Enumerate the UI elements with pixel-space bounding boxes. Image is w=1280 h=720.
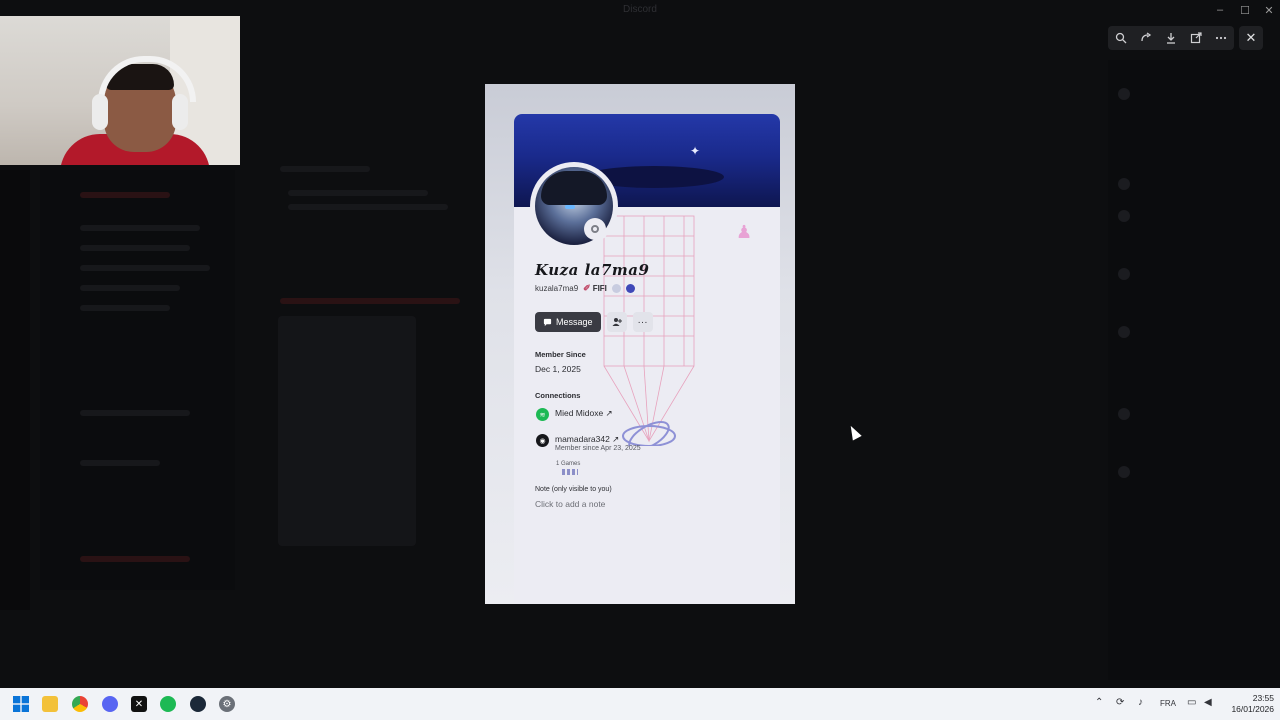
more-icon[interactable] bbox=[1211, 28, 1231, 48]
note-input[interactable]: Click to add a note bbox=[535, 499, 605, 509]
games-bar bbox=[562, 469, 578, 475]
more-icon: ··· bbox=[637, 316, 648, 328]
more-options-button[interactable]: ··· bbox=[632, 312, 653, 332]
tag-icon: ✐ bbox=[583, 283, 591, 293]
server-list bbox=[0, 170, 30, 610]
badge-icon[interactable] bbox=[611, 284, 621, 293]
profile-actions: Message ··· bbox=[535, 312, 653, 332]
maximize-button[interactable]: ☐ bbox=[1233, 4, 1257, 17]
sparkle-icon: ✦ bbox=[690, 144, 701, 158]
add-friend-button[interactable] bbox=[606, 312, 627, 332]
add-friend-icon bbox=[612, 318, 622, 326]
steam-icon[interactable] bbox=[190, 696, 206, 712]
open-external-icon[interactable] bbox=[1186, 28, 1206, 48]
taskbar: ✕ ⚙ ⌃ ⟳ ♪ FRA ▭ ◀ bbox=[0, 688, 1280, 720]
chat-embed bbox=[278, 316, 416, 546]
connection-name: mamadara342 ↗ bbox=[555, 434, 620, 444]
member-list bbox=[1108, 60, 1280, 680]
clock-date: 16/01/2026 bbox=[1231, 704, 1274, 714]
spotify-icon: ≋ bbox=[536, 408, 549, 421]
nitro-badge-icon[interactable] bbox=[625, 284, 635, 293]
microphone-icon[interactable]: ♪ bbox=[1138, 697, 1143, 708]
connection-spotify[interactable]: ≋ Mied Midoxe ↗ bbox=[536, 408, 613, 421]
language-indicator[interactable]: FRA bbox=[1160, 699, 1176, 708]
rotate-icon[interactable] bbox=[1136, 28, 1156, 48]
connection-name: Mied Midoxe ↗ bbox=[555, 408, 613, 418]
connection-sub: Member since Apr 23, 2025 bbox=[555, 445, 641, 452]
chrome-icon[interactable] bbox=[72, 696, 88, 712]
channel-list bbox=[40, 170, 235, 590]
note-label: Note (only visible to you) bbox=[535, 486, 612, 493]
guild-tag[interactable]: ✐ FIFI bbox=[583, 283, 607, 294]
username: kuzala7ma9 bbox=[535, 284, 579, 293]
member-since-label: Member Since bbox=[535, 350, 586, 359]
network-icon[interactable]: ▭ bbox=[1187, 697, 1196, 708]
windows-start-icon[interactable] bbox=[13, 696, 29, 712]
discord-icon[interactable] bbox=[102, 696, 118, 712]
steam-icon: ◉ bbox=[536, 434, 549, 447]
download-icon[interactable] bbox=[1161, 28, 1181, 48]
minimize-button[interactable]: – bbox=[1208, 4, 1232, 16]
message-button[interactable]: Message bbox=[535, 312, 601, 332]
zoom-in-icon[interactable] bbox=[1111, 28, 1131, 48]
profile-card: ✦ ♟ Kuza la7ma9 kuzala7ma9 ✐ FIFI Messag… bbox=[514, 114, 780, 604]
figure-icon: ♟ bbox=[736, 222, 753, 242]
capcut-icon[interactable]: ✕ bbox=[131, 696, 147, 712]
clock-time: 23:55 bbox=[1252, 693, 1274, 703]
settings-icon[interactable]: ⚙ bbox=[219, 696, 235, 712]
games-count: 1 Games bbox=[556, 461, 581, 467]
viewer-close-button[interactable]: ✕ bbox=[1239, 26, 1263, 50]
system-clock[interactable]: 23:55 16/01/2026 bbox=[1218, 693, 1274, 715]
viewer-toolbar bbox=[1108, 26, 1234, 50]
viewed-image: ✦ ♟ Kuza la7ma9 kuzala7ma9 ✐ FIFI Messag… bbox=[485, 84, 795, 604]
status-indicator bbox=[584, 218, 606, 240]
display-name: Kuza la7ma9 bbox=[535, 261, 650, 279]
file-explorer-icon[interactable] bbox=[42, 696, 58, 712]
member-since-value: Dec 1, 2025 bbox=[535, 364, 581, 374]
spotify-icon[interactable] bbox=[160, 696, 176, 712]
chevron-up-icon[interactable]: ⌃ bbox=[1095, 697, 1103, 708]
volume-icon[interactable]: ◀ bbox=[1204, 697, 1212, 708]
window-title: Discord bbox=[623, 4, 657, 15]
chat-bubble-icon bbox=[543, 318, 552, 326]
connection-steam[interactable]: ◉ mamadara342 ↗ Member since Apr 23, 202… bbox=[536, 434, 641, 452]
sync-icon[interactable]: ⟳ bbox=[1116, 697, 1124, 708]
webcam-overlay bbox=[0, 16, 240, 165]
username-row: kuzala7ma9 ✐ FIFI bbox=[535, 283, 635, 294]
avatar[interactable] bbox=[530, 162, 618, 250]
window-close-button[interactable]: ✕ bbox=[1257, 4, 1280, 17]
connections-label: Connections bbox=[535, 391, 581, 400]
